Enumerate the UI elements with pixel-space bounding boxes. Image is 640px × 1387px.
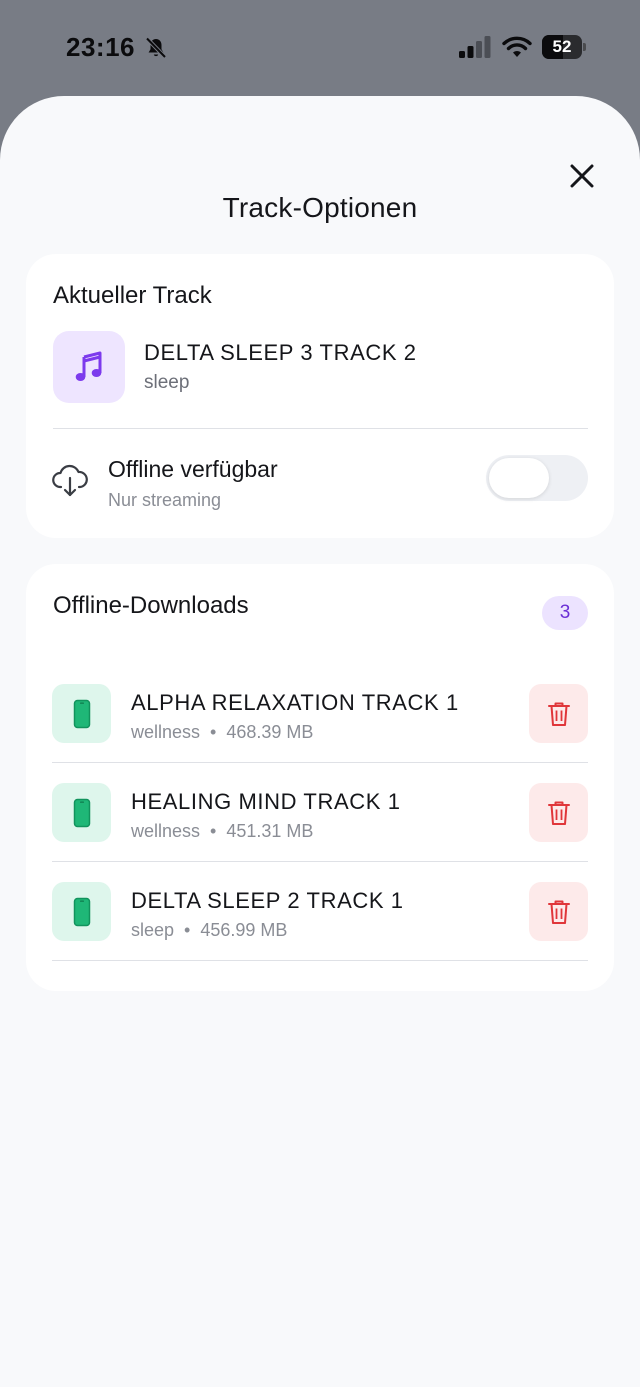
download-thumbnail [52, 783, 111, 842]
track-thumbnail [53, 331, 125, 403]
close-icon [570, 164, 594, 188]
download-thumbnail [52, 882, 111, 941]
current-track-category: sleep [144, 372, 190, 393]
download-title: DELTA SLEEP 2 TRACK 1 [131, 888, 404, 913]
toggle-knob [489, 458, 549, 498]
delete-download-button[interactable] [529, 684, 588, 743]
offline-downloads-heading: Offline-Downloads [53, 592, 249, 619]
download-size: 468.39 MB [226, 722, 314, 742]
download-thumbnail [52, 684, 111, 743]
track-options-sheet: Track-Optionen Aktueller Track DELTA SLE… [0, 96, 640, 1387]
download-category: sleep [131, 920, 175, 940]
delete-download-button[interactable] [529, 783, 588, 842]
trash-icon [547, 801, 570, 825]
download-meta: wellness • 451.31 MB [131, 821, 313, 842]
offline-toggle[interactable] [486, 455, 588, 501]
signal-icon [459, 36, 491, 58]
download-row[interactable]: DELTA SLEEP 2 TRACK 1 sleep • 456.99 MB [26, 862, 614, 961]
offline-downloads-card: Offline-Downloads 3 ALPHA RELAXATION TRA… [26, 564, 614, 991]
current-track-card: Aktueller Track DELTA SLEEP 3 TRACK 2 sl… [26, 254, 614, 538]
wifi-icon [502, 35, 532, 59]
offline-status: Nur streaming [108, 490, 222, 510]
download-size: 451.31 MB [226, 821, 314, 841]
status-time: 23:16 [66, 32, 135, 62]
phone-icon [73, 699, 90, 728]
current-track-title: DELTA SLEEP 3 TRACK 2 [144, 340, 417, 365]
status-bar: 23:16 52 [0, 0, 640, 96]
download-category: wellness [131, 821, 201, 841]
downloads-count-badge: 3 [542, 596, 588, 630]
music-note-icon [75, 351, 102, 381]
delete-download-button[interactable] [529, 882, 588, 941]
cloud-download-icon [52, 464, 88, 503]
phone-icon [73, 798, 90, 827]
phone-icon [73, 897, 90, 926]
sheet-title: Track-Optionen [222, 192, 418, 223]
battery-level: 52 [552, 37, 572, 56]
download-meta: wellness • 468.39 MB [131, 722, 313, 743]
download-title: ALPHA RELAXATION TRACK 1 [131, 690, 459, 715]
download-row[interactable]: ALPHA RELAXATION TRACK 1 wellness • 468.… [26, 664, 614, 763]
meta-separator: • [184, 920, 191, 940]
download-title: HEALING MIND TRACK 1 [131, 789, 401, 814]
download-row[interactable]: HEALING MIND TRACK 1 wellness • 451.31 M… [26, 763, 614, 862]
meta-separator: • [210, 722, 217, 742]
trash-icon [547, 900, 570, 924]
close-button[interactable] [562, 158, 602, 194]
offline-available-label: Offline verfügbar [108, 456, 278, 482]
battery-icon: 52 [542, 35, 586, 59]
divider [53, 428, 588, 429]
bell-slash-icon [144, 36, 168, 60]
divider [52, 960, 588, 961]
download-category: wellness [131, 722, 201, 742]
meta-separator: • [210, 821, 217, 841]
download-size: 456.99 MB [200, 920, 288, 940]
download-meta: sleep • 456.99 MB [131, 920, 287, 941]
trash-icon [547, 702, 570, 726]
current-track-heading: Aktueller Track [53, 282, 212, 309]
